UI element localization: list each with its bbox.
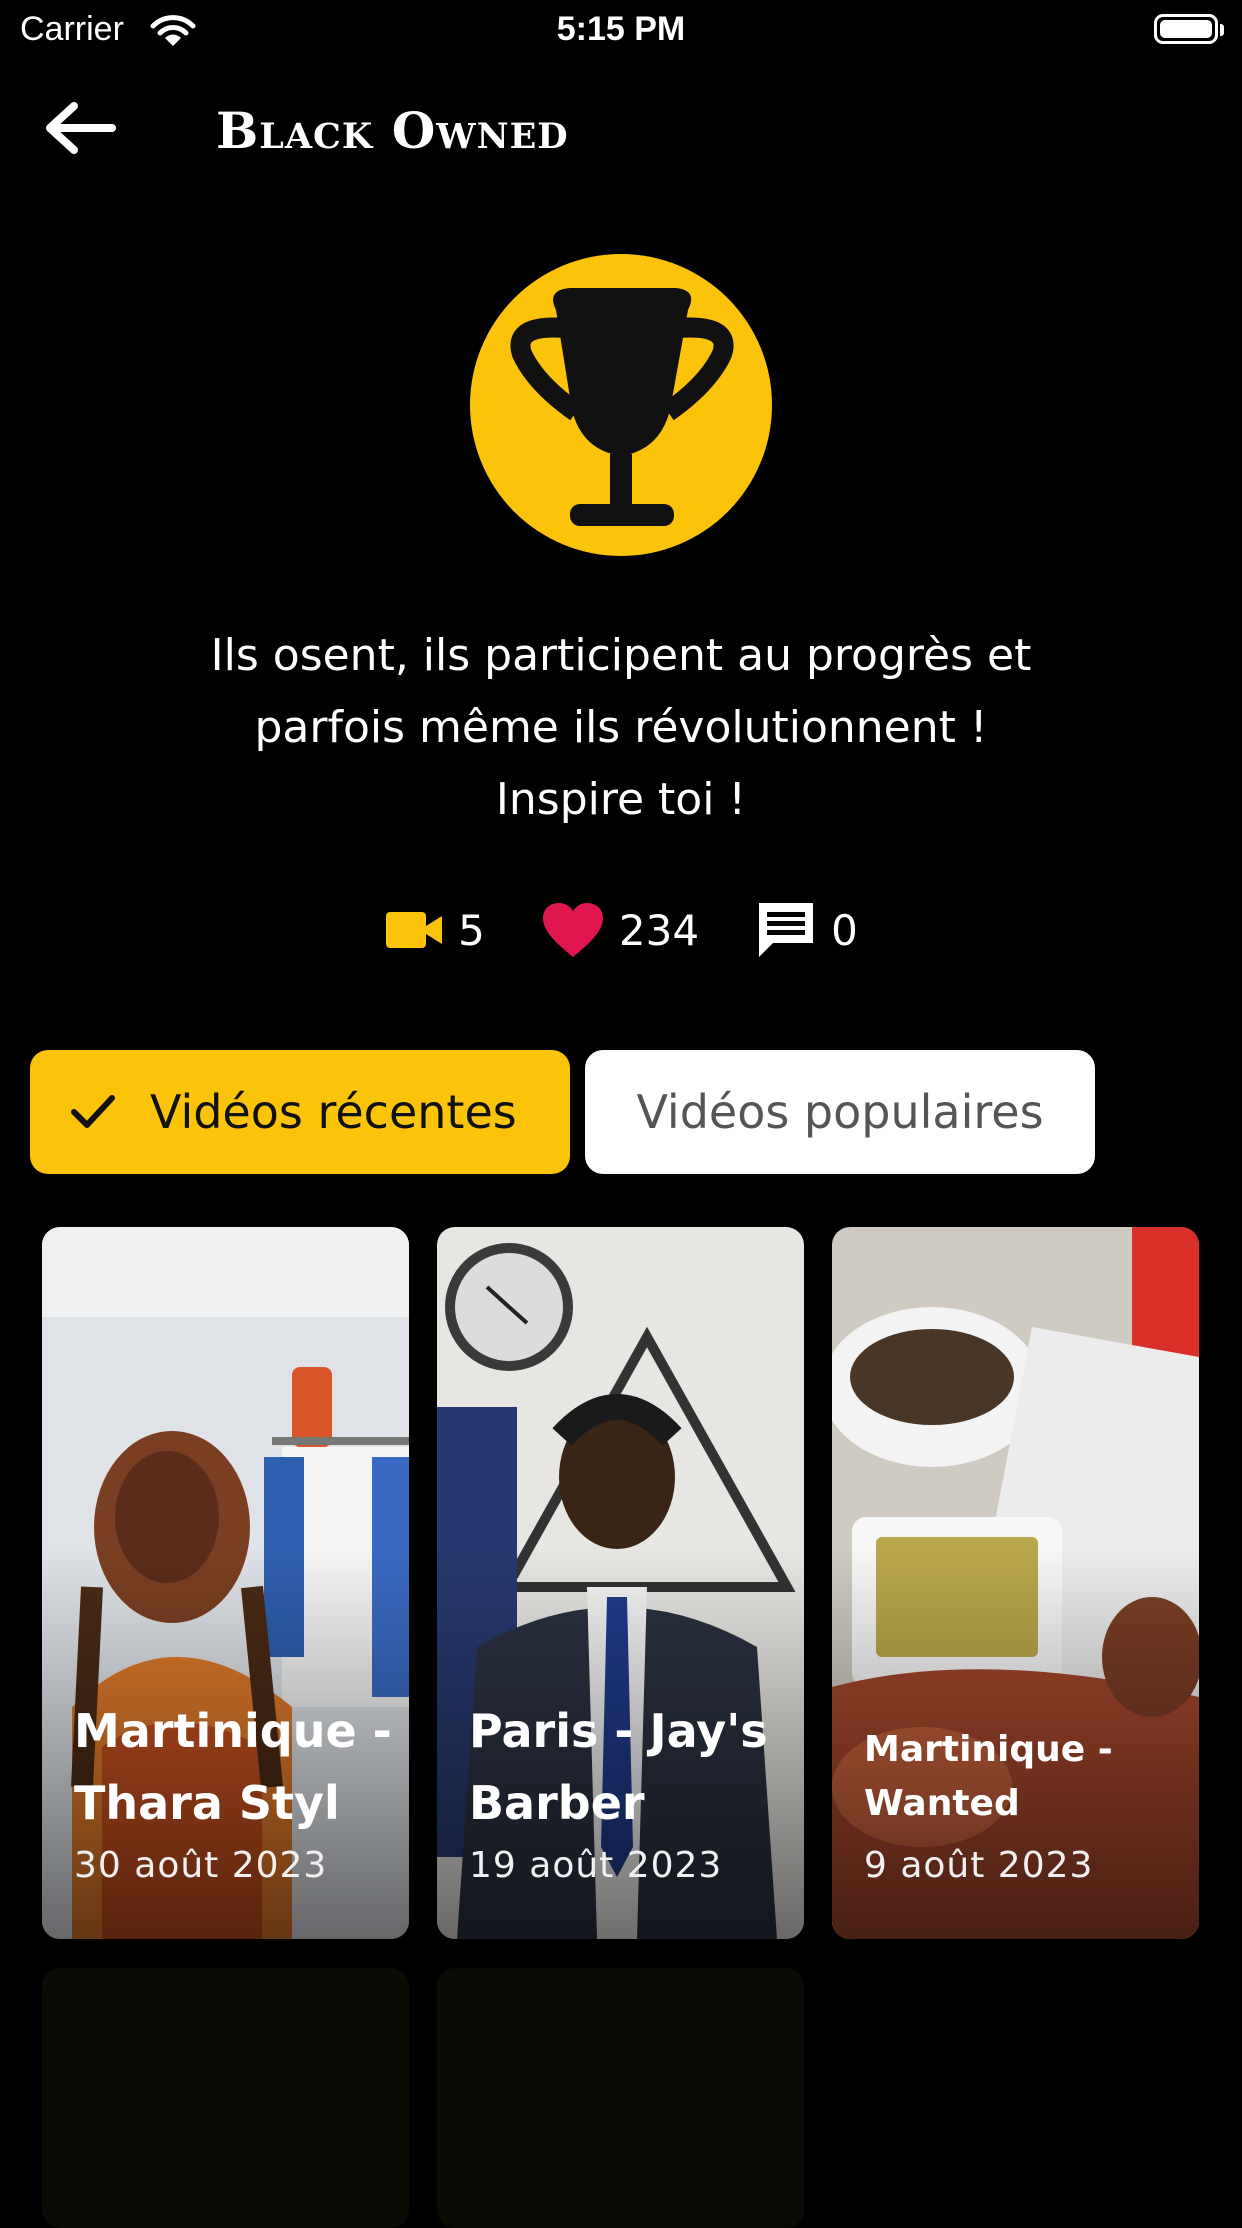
video-title: Martinique - Wanted [864,1729,1113,1824]
card-overlay [832,1227,1199,1939]
arrow-left-icon [46,102,116,154]
category-badge [470,254,772,556]
battery-nub [1220,24,1224,36]
video-card[interactable]: Martinique - Wanted 9 août 2023 [832,1227,1199,1939]
tagline-line: parfois même ils révolutionnent ! [254,702,988,753]
tab-recent-videos[interactable]: Vidéos récentes [30,1050,570,1174]
video-card[interactable]: Martinique - Thara Styl 30 août 2023 [42,1227,409,1939]
video-count-value: 5 [458,905,485,955]
page-title: Black Owned [216,101,569,160]
tagline-line: Ils osent, ils participent au progrès et [210,630,1032,681]
tab-label: Vidéos populaires [636,1085,1044,1139]
video-count: 5 [384,906,485,955]
comment-count: 0 [755,899,858,961]
check-icon [71,1095,115,1128]
back-button[interactable] [40,96,130,160]
battery-icon [1154,14,1218,44]
category-tagline: Ils osent, ils participent au progrès et… [121,620,1121,836]
video-card[interactable]: Paris - Jay's Barber 19 août 2023 [437,1227,804,1939]
video-date: 9 août 2023 [864,1845,1094,1886]
heart-icon [542,903,603,957]
comment-count-value: 0 [831,905,858,955]
video-camera-icon [386,912,443,948]
like-count: 234 [541,901,699,959]
stats-row: 5 234 0 [0,890,1242,970]
trophy-icon [510,288,734,526]
video-title: Paris - Jay's Barber [469,1704,768,1830]
video-date: 30 août 2023 [74,1845,328,1886]
comment-icon [759,903,814,957]
video-date: 19 août 2023 [469,1845,723,1886]
status-time: 5:15 PM [556,10,686,48]
video-title: Martinique - Thara Styl [74,1704,392,1830]
tagline-line: Inspire toi ! [495,774,747,825]
video-card-placeholder [42,1968,409,2228]
like-count-value: 234 [618,905,700,955]
tab-label: Vidéos récentes [150,1085,517,1139]
tab-popular-videos[interactable]: Vidéos populaires [585,1050,1095,1174]
video-card-placeholder [437,1968,804,2228]
